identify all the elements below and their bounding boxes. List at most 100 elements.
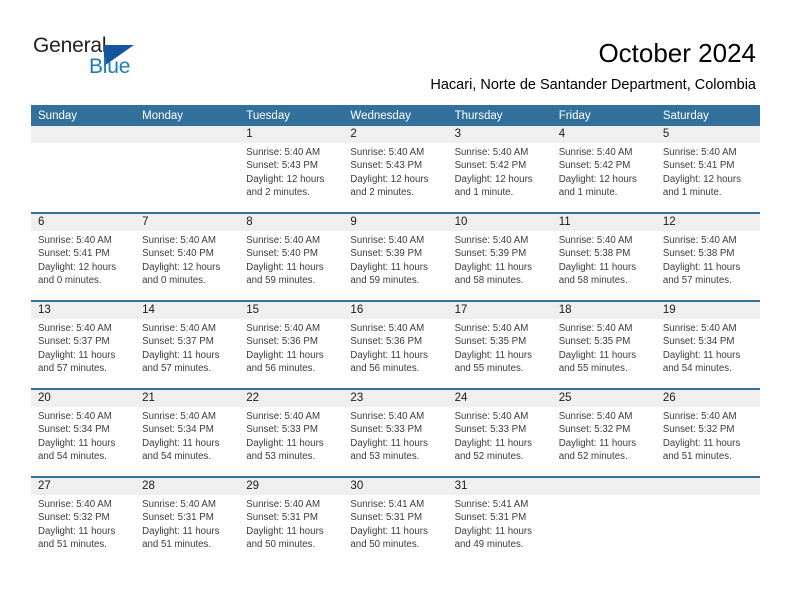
calendar-day-cell[interactable]: 16 Sunrise: 5:40 AM Sunset: 5:36 PM Dayligh…: [343, 300, 448, 389]
calendar-day-cell[interactable]: 11 Sunrise: 5:40 AM Sunset: 5:38 PM Dayligh…: [551, 212, 656, 301]
calendar-day-cell[interactable]: 27 Sunrise: 5:40 AM Sunset: 5:32 PM Dayligh…: [31, 476, 136, 564]
detail-daylight-l2: and 1 minute.: [558, 186, 618, 198]
day-number: 31: [447, 478, 552, 495]
detail-daylight-l2: and 55 minutes.: [454, 362, 524, 374]
calendar-day-cell[interactable]: 6 Sunrise: 5:40 AM Sunset: 5:41 PM Daylight…: [31, 212, 136, 301]
calendar-day-cell[interactable]: 23 Sunrise: 5:40 AM Sunset: 5:33 PM Dayligh…: [343, 388, 448, 477]
detail-sunset: Sunset: 5:38 PM: [558, 248, 631, 260]
detail-sunset: Sunset: 5:34 PM: [142, 424, 214, 436]
day-details: Sunrise: 5:40 AM Sunset: 5:40 PM Daylight:…: [135, 231, 239, 287]
day-number: 21: [135, 390, 240, 407]
detail-sunset: Sunset: 5:40 PM: [246, 248, 318, 260]
day-cell-body: 12 Sunrise: 5:40 AM Sunset: 5:38 PM Dayligh…: [655, 214, 760, 300]
day-number: 9: [343, 214, 448, 231]
calendar-day-cell[interactable]: 9 Sunrise: 5:40 AM Sunset: 5:39 PM Daylight…: [343, 212, 448, 301]
detail-daylight-l2: and 49 minutes.: [454, 538, 524, 550]
day-number: 10: [447, 214, 552, 231]
day-details: Sunrise: 5:40 AM Sunset: 5:35 PM Daylight:…: [448, 319, 552, 375]
day-details: Sunrise: 5:40 AM Sunset: 5:36 PM Daylight:…: [239, 319, 343, 375]
detail-daylight-l2: and 2 minutes.: [350, 186, 414, 198]
day-number: 30: [343, 478, 448, 495]
day-cell-body: [31, 126, 136, 212]
day-number: 11: [551, 214, 656, 231]
calendar-day-cell[interactable]: 22 Sunrise: 5:40 AM Sunset: 5:33 PM Dayligh…: [239, 388, 344, 477]
detail-sunrise: Sunrise: 5:40 AM: [558, 235, 633, 246]
general-blue-logo[interactable]: General Blue: [33, 34, 213, 84]
detail-daylight-l1: Daylight: 11 hours: [38, 349, 116, 361]
day-details: Sunrise: 5:40 AM Sunset: 5:40 PM Daylight:…: [239, 231, 343, 287]
detail-daylight-l2: and 53 minutes.: [350, 450, 420, 462]
calendar-day-cell[interactable]: 7 Sunrise: 5:40 AM Sunset: 5:40 PM Daylight…: [135, 212, 240, 301]
calendar-day-cell[interactable]: 26 Sunrise: 5:40 AM Sunset: 5:32 PM Dayligh…: [655, 388, 760, 477]
detail-sunrise: Sunrise: 5:40 AM: [350, 147, 425, 158]
calendar-day-cell[interactable]: 5 Sunrise: 5:40 AM Sunset: 5:41 PM Daylight…: [655, 126, 760, 213]
calendar-day-cell[interactable]: 3 Sunrise: 5:40 AM Sunset: 5:42 PM Daylight…: [447, 126, 552, 213]
detail-sunrise: Sunrise: 5:41 AM: [454, 499, 529, 510]
detail-daylight-l2: and 58 minutes.: [558, 274, 628, 286]
detail-sunset: Sunset: 5:39 PM: [454, 248, 527, 260]
detail-daylight-l1: Daylight: 12 hours: [662, 173, 741, 185]
detail-sunrise: Sunrise: 5:40 AM: [38, 499, 112, 510]
calendar-day-cell[interactable]: 15 Sunrise: 5:40 AM Sunset: 5:36 PM Dayligh…: [239, 300, 344, 389]
weekday-header-wednesday: Wednesday: [343, 105, 448, 126]
day-number: [551, 478, 656, 495]
calendar-day-cell[interactable]: 2 Sunrise: 5:40 AM Sunset: 5:43 PM Daylight…: [343, 126, 448, 213]
calendar-day-cell[interactable]: 28 Sunrise: 5:40 AM Sunset: 5:31 PM Dayligh…: [135, 476, 240, 564]
calendar-day-cell[interactable]: 13 Sunrise: 5:40 AM Sunset: 5:37 PM Dayligh…: [31, 300, 136, 389]
day-details: Sunrise: 5:40 AM Sunset: 5:42 PM Daylight:…: [448, 143, 552, 199]
calendar-day-cell[interactable]: 1 Sunrise: 5:40 AM Sunset: 5:43 PM Daylight…: [239, 126, 344, 213]
day-number: 20: [31, 390, 136, 407]
detail-sunset: Sunset: 5:34 PM: [662, 336, 735, 348]
calendar-day-cell[interactable]: 31 Sunrise: 5:41 AM Sunset: 5:31 PM Dayligh…: [447, 476, 552, 564]
calendar-day-cell[interactable]: 30 Sunrise: 5:41 AM Sunset: 5:31 PM Dayligh…: [343, 476, 448, 564]
day-cell-body: 8 Sunrise: 5:40 AM Sunset: 5:40 PM Daylight…: [239, 214, 344, 300]
detail-sunrise: Sunrise: 5:40 AM: [558, 411, 633, 422]
weekday-header-friday: Friday: [551, 105, 656, 126]
day-cell-body: 2 Sunrise: 5:40 AM Sunset: 5:43 PM Daylight…: [343, 126, 448, 212]
calendar-day-cell[interactable]: 18 Sunrise: 5:40 AM Sunset: 5:35 PM Dayligh…: [551, 300, 656, 389]
day-details: Sunrise: 5:40 AM Sunset: 5:34 PM Daylight:…: [135, 407, 239, 463]
calendar-day-cell[interactable]: 21 Sunrise: 5:40 AM Sunset: 5:34 PM Dayligh…: [135, 388, 240, 477]
day-cell-body: 10 Sunrise: 5:40 AM Sunset: 5:39 PM Dayligh…: [447, 214, 552, 300]
detail-sunset: Sunset: 5:34 PM: [38, 424, 110, 436]
calendar-day-cell[interactable]: 10 Sunrise: 5:40 AM Sunset: 5:39 PM Dayligh…: [447, 212, 552, 301]
detail-daylight-l1: Daylight: 11 hours: [558, 261, 637, 273]
day-cell-body: [655, 478, 760, 564]
calendar-day-cell[interactable]: 4 Sunrise: 5:40 AM Sunset: 5:42 PM Daylight…: [551, 126, 656, 213]
detail-daylight-l1: Daylight: 11 hours: [454, 349, 532, 361]
day-details: Sunrise: 5:40 AM Sunset: 5:37 PM Daylight:…: [135, 319, 239, 375]
day-cell-body: 22 Sunrise: 5:40 AM Sunset: 5:33 PM Dayligh…: [239, 390, 344, 476]
calendar-week-row: 6 Sunrise: 5:40 AM Sunset: 5:41 PM Daylight…: [31, 212, 760, 301]
calendar-day-cell[interactable]: 12 Sunrise: 5:40 AM Sunset: 5:38 PM Dayligh…: [655, 212, 760, 301]
calendar-day-cell[interactable]: 25 Sunrise: 5:40 AM Sunset: 5:32 PM Dayligh…: [551, 388, 656, 477]
day-number: [31, 126, 136, 143]
detail-sunset: Sunset: 5:31 PM: [142, 512, 214, 524]
day-number: 27: [31, 478, 136, 495]
logo-text-blue: Blue: [89, 55, 131, 78]
day-cell-body: 21 Sunrise: 5:40 AM Sunset: 5:34 PM Dayligh…: [135, 390, 240, 476]
calendar-day-cell[interactable]: 19 Sunrise: 5:40 AM Sunset: 5:34 PM Dayligh…: [655, 300, 760, 389]
day-number: 8: [239, 214, 344, 231]
detail-daylight-l1: Daylight: 11 hours: [246, 525, 324, 537]
day-details: Sunrise: 5:40 AM Sunset: 5:41 PM Daylight:…: [31, 231, 135, 287]
detail-daylight-l2: and 1 minute.: [662, 186, 722, 198]
calendar-day-cell[interactable]: 8 Sunrise: 5:40 AM Sunset: 5:40 PM Daylight…: [239, 212, 344, 301]
detail-sunset: Sunset: 5:36 PM: [350, 336, 423, 348]
detail-daylight-l2: and 54 minutes.: [38, 450, 107, 462]
day-details: Sunrise: 5:41 AM Sunset: 5:31 PM Daylight:…: [343, 495, 447, 551]
calendar-day-cell-empty: [655, 476, 760, 564]
calendar-day-cell[interactable]: 29 Sunrise: 5:40 AM Sunset: 5:31 PM Dayligh…: [239, 476, 344, 564]
day-details: Sunrise: 5:40 AM Sunset: 5:39 PM Daylight:…: [343, 231, 447, 287]
detail-sunset: Sunset: 5:43 PM: [350, 160, 423, 172]
calendar-day-cell[interactable]: 17 Sunrise: 5:40 AM Sunset: 5:35 PM Dayligh…: [447, 300, 552, 389]
detail-sunset: Sunset: 5:37 PM: [142, 336, 214, 348]
day-number: 29: [239, 478, 344, 495]
detail-daylight-l2: and 51 minutes.: [142, 538, 212, 550]
calendar-day-cell[interactable]: 20 Sunrise: 5:40 AM Sunset: 5:34 PM Dayligh…: [31, 388, 136, 477]
day-cell-body: 26 Sunrise: 5:40 AM Sunset: 5:32 PM Dayligh…: [655, 390, 760, 476]
day-details: Sunrise: 5:40 AM Sunset: 5:43 PM Daylight:…: [239, 143, 343, 199]
calendar-day-cell[interactable]: 14 Sunrise: 5:40 AM Sunset: 5:37 PM Dayligh…: [135, 300, 240, 389]
calendar-day-cell[interactable]: 24 Sunrise: 5:40 AM Sunset: 5:33 PM Dayligh…: [447, 388, 552, 477]
day-number: 23: [343, 390, 448, 407]
day-cell-body: 19 Sunrise: 5:40 AM Sunset: 5:34 PM Dayligh…: [655, 302, 760, 388]
